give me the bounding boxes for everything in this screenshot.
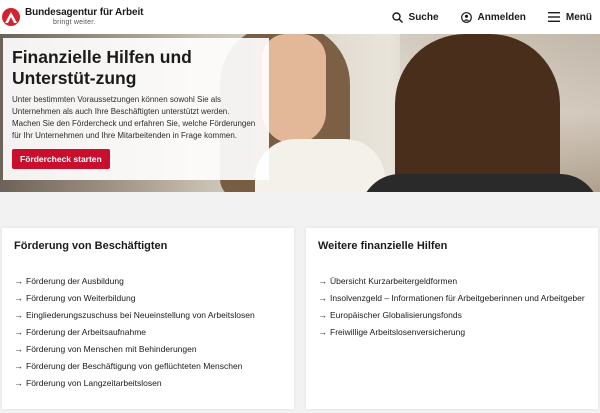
arrow-right-icon: → (14, 292, 23, 303)
ba-logo-icon (2, 8, 20, 26)
list-item[interactable]: → Insolvenzgeld – Informationen für Arbei… (318, 289, 586, 306)
list-item-label: Förderung von Langzeitarbeitslosen (26, 377, 162, 388)
list-item-label: Freiwillige Arbeitslosenversicherung (330, 326, 466, 337)
hero-photo-person-right (395, 34, 560, 192)
list-item-label: Förderung der Beschäftigung von geflücht… (26, 360, 243, 371)
arrow-right-icon: → (318, 292, 327, 303)
page-title: Finanzielle Hilfen und Unterstüt-zung (12, 47, 192, 88)
menu-button[interactable]: Menü (547, 11, 592, 23)
list-item-label: Förderung von Weiterbildung (26, 292, 136, 303)
hamburger-icon (547, 12, 560, 22)
arrow-right-icon: → (318, 275, 327, 286)
list-item[interactable]: → Europäischer Globalisierungsfonds (318, 306, 586, 323)
list-item[interactable]: → Förderung der Beschäftigung von geflüch… (14, 357, 282, 374)
user-icon (460, 11, 472, 23)
list-item-label: Förderung von Menschen mit Behinderungen (26, 343, 197, 354)
arrow-right-icon: → (14, 377, 23, 388)
arrow-right-icon: → (318, 309, 327, 320)
list-item[interactable]: → Förderung von Menschen mit Behinderunge… (14, 340, 282, 357)
login-button[interactable]: Anmelden (460, 11, 526, 23)
list-item[interactable]: → Förderung von Langzeitarbeitslosen (14, 374, 282, 391)
site-header: Bundesagentur für Arbeit bringt weiter. … (0, 0, 600, 34)
arrow-right-icon: → (14, 326, 23, 337)
hero-textbox: Finanzielle Hilfen und Unterstüt-zung Un… (3, 38, 269, 180)
list-item-label: Übersicht Kurzarbeitergeldformen (330, 275, 458, 286)
arrow-right-icon: → (14, 360, 23, 371)
card-weitere-hilfen: Weitere finanzielle Hilfen → Übersicht Ku… (306, 228, 598, 409)
foerdercheck-button[interactable]: Fördercheck starten (12, 149, 110, 169)
search-label: Suche (408, 11, 439, 23)
list-item-label: Eingliederungszuschuss bei Neueinstellun… (26, 309, 255, 320)
list-item[interactable]: → Förderung der Ausbildung (14, 272, 282, 289)
card-foerderung-beschaeftigte: Förderung von Beschäftigten → Förderung d… (2, 228, 294, 409)
arrow-right-icon: → (14, 309, 23, 320)
card-title: Förderung von Beschäftigten (14, 240, 168, 252)
list-item[interactable]: → Förderung von Weiterbildung (14, 289, 282, 306)
list-item[interactable]: → Förderung der Arbeitsaufnahme (14, 323, 282, 340)
hero-photo-shirt (255, 139, 385, 192)
hero-banner: Finanzielle Hilfen und Unterstüt-zung Un… (0, 34, 600, 192)
list-item-label: Förderung der Ausbildung (26, 275, 124, 286)
link-list: → Förderung der Ausbildung → Förderung von… (14, 272, 282, 391)
list-item[interactable]: → Freiwillige Arbeitslosenversicherung (318, 323, 586, 340)
link-list: → Übersicht Kurzarbeitergeldformen → Insol… (318, 272, 586, 340)
card-title: Weitere finanzielle Hilfen (318, 240, 448, 252)
hero-description: Unter bestimmten Voraussetzungen können … (12, 95, 256, 140)
logo-tagline: bringt weiter. (53, 19, 96, 26)
logo-title: Bundesagentur für Arbeit (25, 7, 144, 18)
login-label: Anmelden (477, 11, 526, 23)
hero-photo-face (262, 34, 326, 144)
hero-photo-shoulder (360, 174, 600, 192)
list-item-label: Europäischer Globalisierungsfonds (330, 309, 462, 320)
logo[interactable]: Bundesagentur für Arbeit bringt weiter. (2, 8, 143, 26)
menu-label: Menü (565, 11, 592, 23)
list-item[interactable]: → Übersicht Kurzarbeitergeldformen (318, 272, 586, 289)
search-icon (391, 11, 403, 23)
list-item-label: Förderung der Arbeitsaufnahme (26, 326, 147, 337)
arrow-right-icon: → (14, 343, 23, 354)
list-item-label: Insolvenzgeld – Informationen für Arbeit… (330, 292, 585, 303)
main-nav: Suche Anmelden Menü (370, 0, 592, 34)
list-item[interactable]: → Eingliederungszuschuss bei Neueinstellu… (14, 306, 282, 323)
arrow-right-icon: → (14, 275, 23, 286)
search-button[interactable]: Suche (391, 11, 439, 23)
arrow-right-icon: → (318, 326, 327, 337)
